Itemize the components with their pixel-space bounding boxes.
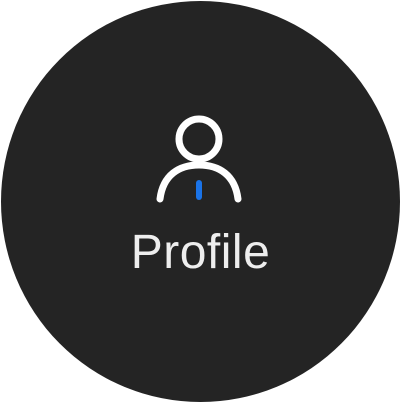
stage: Profile	[0, 0, 401, 403]
profile-label: Profile	[130, 226, 271, 279]
user-icon	[153, 113, 245, 205]
profile-button[interactable]: Profile	[1, 1, 400, 402]
